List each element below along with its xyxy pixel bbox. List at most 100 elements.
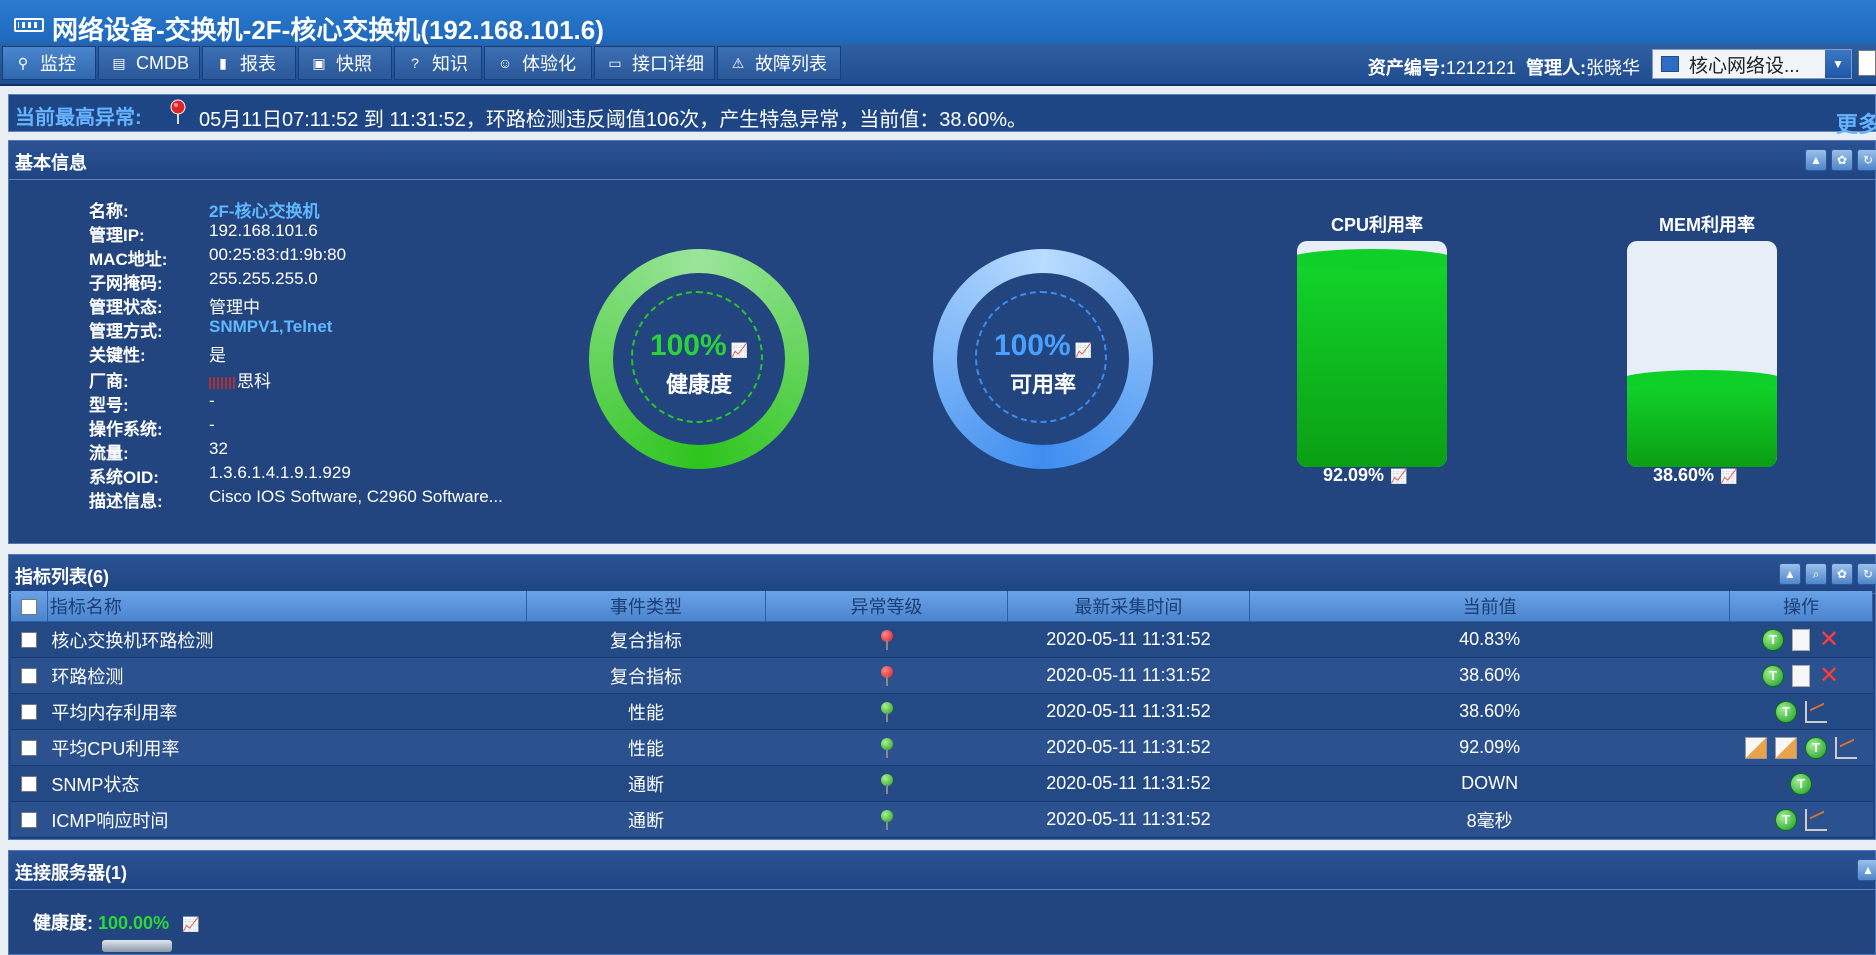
info-value: -: [209, 391, 215, 410]
binoculars-icon: ⚲: [17, 54, 29, 71]
tab-7[interactable]: ⚠ 故障列表: [717, 46, 841, 80]
alert-pin-icon: [169, 99, 187, 130]
tab-label: 故障列表: [755, 54, 827, 74]
trend-chart-icon[interactable]: 📈: [182, 916, 199, 932]
delete-icon[interactable]: ✕: [1818, 662, 1840, 689]
column-header[interactable]: 异常等级: [765, 591, 1008, 622]
row-checkbox[interactable]: [21, 812, 38, 829]
severity-red-pin-icon: [880, 630, 894, 651]
warning-icon: ⚠: [731, 54, 745, 71]
info-key: 流量:: [89, 444, 129, 463]
collapse-up-icon[interactable]: ▲: [1779, 563, 1801, 585]
delete-icon[interactable]: ✕: [1818, 626, 1840, 653]
table-row[interactable]: 平均内存利用率 性能 2020-05-11 11:31:52 38.60% T: [11, 693, 1873, 730]
tab-4[interactable]: ? 知识: [394, 46, 482, 80]
image-icon[interactable]: [1775, 736, 1798, 759]
tab-label: 快照: [336, 54, 372, 74]
tag-icon[interactable]: T: [1805, 736, 1828, 759]
group-select-value: 核心网络设...: [1689, 55, 1800, 77]
operations-cell: T: [1729, 693, 1873, 730]
collect-time: 2020-05-11 11:31:52: [1007, 693, 1250, 730]
server-health: 健康度: 100.00% 📈: [33, 909, 200, 935]
tag-icon[interactable]: T: [1775, 808, 1798, 831]
refresh-icon[interactable]: ↻: [1857, 563, 1876, 585]
table-row[interactable]: 平均CPU利用率 性能 2020-05-11 11:31:52 92.09% T: [11, 729, 1873, 766]
gear-icon[interactable]: ✿: [1831, 149, 1853, 171]
availability-ring: 100% 📈 可用率: [933, 249, 1153, 469]
column-header[interactable]: 当前值: [1249, 591, 1731, 622]
column-header[interactable]: 操作: [1729, 591, 1873, 622]
tag-icon[interactable]: T: [1790, 772, 1813, 795]
table-row[interactable]: 核心交换机环路检测 复合指标 2020-05-11 11:31:52 40.83% T ✕: [11, 621, 1873, 658]
chevron-down-icon[interactable]: ▼: [1825, 50, 1851, 78]
trend-chart-icon[interactable]: 📈: [1075, 342, 1092, 358]
more-link[interactable]: 更多: [1836, 107, 1876, 139]
trend-chart-icon[interactable]: [1835, 736, 1858, 759]
search-icon[interactable]: ⌕: [1805, 563, 1827, 585]
server-device-icon[interactable]: [102, 940, 172, 952]
trend-chart-icon[interactable]: [1805, 700, 1828, 723]
row-select-cell: [11, 729, 48, 766]
row-checkbox[interactable]: [21, 776, 38, 793]
servers-title: 连接服务器(1): [15, 863, 127, 883]
info-value[interactable]: 2F-核心交换机: [209, 197, 320, 222]
tab-6[interactable]: ▭ 接口详细: [594, 46, 715, 80]
note-icon[interactable]: [1792, 664, 1811, 687]
row-select-cell: [11, 693, 48, 730]
row-checkbox[interactable]: [21, 668, 38, 685]
table-row[interactable]: 环路检测 复合指标 2020-05-11 11:31:52 38.60% T ✕: [11, 657, 1873, 694]
collapse-up-icon[interactable]: ▲: [1857, 859, 1876, 881]
trend-chart-icon[interactable]: 📈: [1390, 468, 1407, 484]
refresh-icon[interactable]: ↻: [1857, 149, 1876, 171]
health-label: 健康度: [665, 372, 732, 397]
tab-1[interactable]: ▤ CMDB: [98, 46, 200, 80]
metric-name[interactable]: SNMP状态: [47, 765, 527, 802]
row-checkbox[interactable]: [21, 632, 38, 649]
tag-icon[interactable]: T: [1762, 628, 1785, 651]
row-select-cell: [11, 801, 48, 838]
tab-label: 监控: [40, 54, 76, 74]
info-key: 管理方式:: [89, 322, 163, 341]
table-row[interactable]: SNMP状态 通断 2020-05-11 11:31:52 DOWN T: [11, 765, 1873, 802]
column-header[interactable]: 最新采集时间: [1007, 591, 1251, 622]
row-checkbox[interactable]: [21, 740, 38, 757]
trend-chart-icon[interactable]: [1805, 808, 1828, 831]
column-header[interactable]: 事件类型: [526, 591, 767, 622]
metric-name[interactable]: 平均CPU利用率: [47, 729, 527, 766]
tag-icon[interactable]: T: [1762, 664, 1785, 687]
tab-3[interactable]: ▣ 快照: [298, 46, 392, 80]
tab-label: CMDB: [136, 52, 189, 73]
document-icon[interactable]: [1858, 50, 1876, 76]
manager-label: 管理人:: [1526, 58, 1586, 78]
operations-cell: T: [1729, 765, 1873, 802]
tab-5[interactable]: ☺ 体验化: [484, 46, 592, 80]
metric-name[interactable]: 环路检测: [47, 657, 527, 694]
metric-name[interactable]: ICMP响应时间: [47, 801, 527, 838]
group-icon: [1661, 56, 1679, 72]
tab-label: 知识: [432, 54, 468, 74]
monitor-icon: ▭: [608, 54, 622, 71]
trend-chart-icon[interactable]: 📈: [731, 342, 748, 358]
group-select[interactable]: 核心网络设... ▼: [1652, 49, 1852, 79]
trend-chart-icon[interactable]: 📈: [1720, 468, 1737, 484]
tab-2[interactable]: ▮ 报表: [202, 46, 296, 80]
metric-name[interactable]: 平均内存利用率: [47, 693, 527, 730]
tag-icon[interactable]: T: [1775, 700, 1798, 723]
alert-bar: 当前最高异常: 05月11日07:11:52 到 11:31:52，环路检测违反…: [8, 94, 1876, 137]
metric-name[interactable]: 核心交换机环路检测: [47, 621, 527, 658]
select-all-checkbox[interactable]: [20, 598, 37, 615]
info-key: 管理状态:: [89, 298, 163, 317]
note-icon[interactable]: [1792, 628, 1811, 651]
collapse-up-icon[interactable]: ▲: [1805, 149, 1827, 171]
row-select-cell: [11, 657, 48, 694]
row-checkbox[interactable]: [21, 704, 38, 721]
gear-icon[interactable]: ✿: [1831, 563, 1853, 585]
metrics-panel: 指标列表(6) ▲ ⌕ ✿ ↻ 指标名称 事件类型 异常等级 最新采集时间 当前值 操作 …: [8, 554, 1876, 840]
column-header[interactable]: 指标名称: [47, 591, 527, 622]
event-type: 性能: [526, 693, 766, 730]
user-experience-icon: ☺: [497, 55, 513, 71]
image-icon[interactable]: [1745, 736, 1768, 759]
table-row[interactable]: ICMP响应时间 通断 2020-05-11 11:31:52 8毫秒 T: [11, 801, 1873, 838]
severity-cell: [765, 657, 1008, 694]
tab-0[interactable]: ⚲ 监控: [2, 46, 96, 80]
